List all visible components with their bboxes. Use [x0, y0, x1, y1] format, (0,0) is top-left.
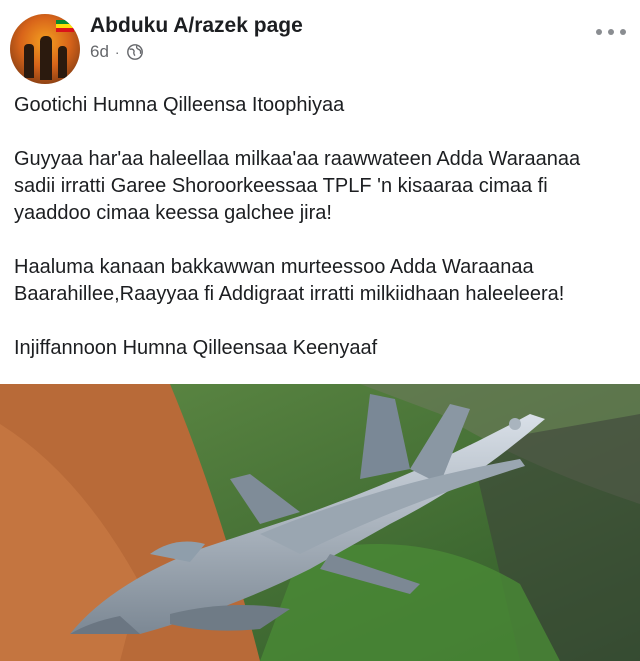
post-time[interactable]: 6d [90, 42, 109, 62]
author-name[interactable]: Abduku A/razek page [90, 14, 303, 38]
post-body: Gootichi Humna Qilleensa Itoophiyaa Guyy… [14, 92, 626, 389]
post-paragraph-3: Injiffannoon Humna Qilleensaa Keenyaaf [14, 335, 626, 362]
post-paragraph-2: Haaluma kanaan bakkawwan murteessoo Adda… [14, 256, 565, 305]
post-header: Abduku A/razek page 6d · [0, 0, 640, 90]
fighter-jet-illustration [0, 384, 640, 661]
ethiopia-flag-emoji [354, 95, 380, 112]
meta-separator: · [114, 44, 120, 60]
globe-icon [126, 44, 143, 60]
fighter-jet-photo[interactable] [0, 384, 640, 661]
post-paragraph-1: Gootichi Humna Qilleensa Itoophiyaa [14, 92, 626, 119]
more-horizontal-icon [596, 29, 602, 35]
more-options-button[interactable] [596, 24, 626, 40]
author-avatar[interactable] [10, 14, 80, 84]
post-meta: 6d · [90, 42, 144, 62]
avatar-flag [56, 20, 74, 32]
ethiopia-flag-emoji [387, 338, 413, 355]
